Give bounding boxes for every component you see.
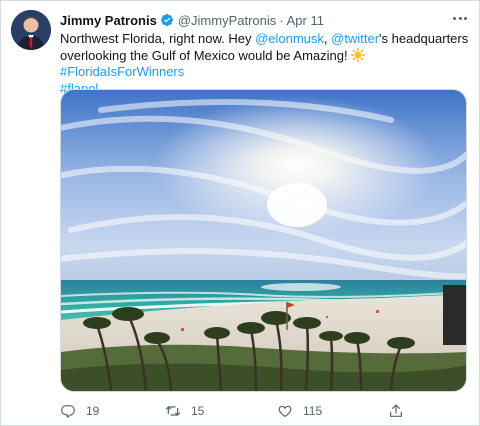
tweet-date[interactable]: Apr 11 <box>287 13 324 28</box>
share-button[interactable] <box>388 403 414 419</box>
reply-count: 19 <box>86 404 100 418</box>
tweet-header: Jimmy Patronis @JimmyPatronis · Apr 11 <box>60 11 467 29</box>
share-icon <box>390 404 402 417</box>
reply-button[interactable]: 19 <box>60 403 99 419</box>
more-dot <box>453 16 456 20</box>
retweet-count: 15 <box>191 404 205 418</box>
avatar[interactable] <box>11 10 51 50</box>
mention-elonmusk[interactable]: @elonmusk <box>255 31 324 46</box>
retweet-icon <box>165 406 181 416</box>
more-dot <box>458 16 462 20</box>
like-button[interactable]: 115 <box>277 403 322 419</box>
more-dot <box>464 16 467 20</box>
sun-emoji-icon <box>351 47 366 62</box>
tweet-actions: 19 15 115 <box>60 403 420 419</box>
heart-icon <box>278 405 292 418</box>
like-count: 115 <box>303 404 323 418</box>
author-name[interactable]: Jimmy Patronis <box>60 13 157 28</box>
author-handle[interactable]: @JimmyPatronis <box>178 13 276 28</box>
tweet-text: Northwest Florida, right now. Hey @elonm… <box>60 31 475 97</box>
tweet-card[interactable]: Jimmy Patronis @JimmyPatronis · Apr 11 N… <box>0 0 480 426</box>
mention-twitter[interactable]: @twitter <box>331 31 379 46</box>
hashtag-floridaisforwinners[interactable]: #FloridaIsForWinners <box>60 64 184 79</box>
more-options-icon[interactable] <box>453 10 467 26</box>
tweet-text-segment: Northwest Florida, right now. Hey <box>60 31 256 46</box>
reply-icon <box>61 405 75 419</box>
retweet-button[interactable]: 15 <box>165 403 204 419</box>
verified-badge-icon <box>160 13 174 27</box>
tweet-photo[interactable] <box>60 89 467 392</box>
separator-dot: · <box>279 12 284 28</box>
